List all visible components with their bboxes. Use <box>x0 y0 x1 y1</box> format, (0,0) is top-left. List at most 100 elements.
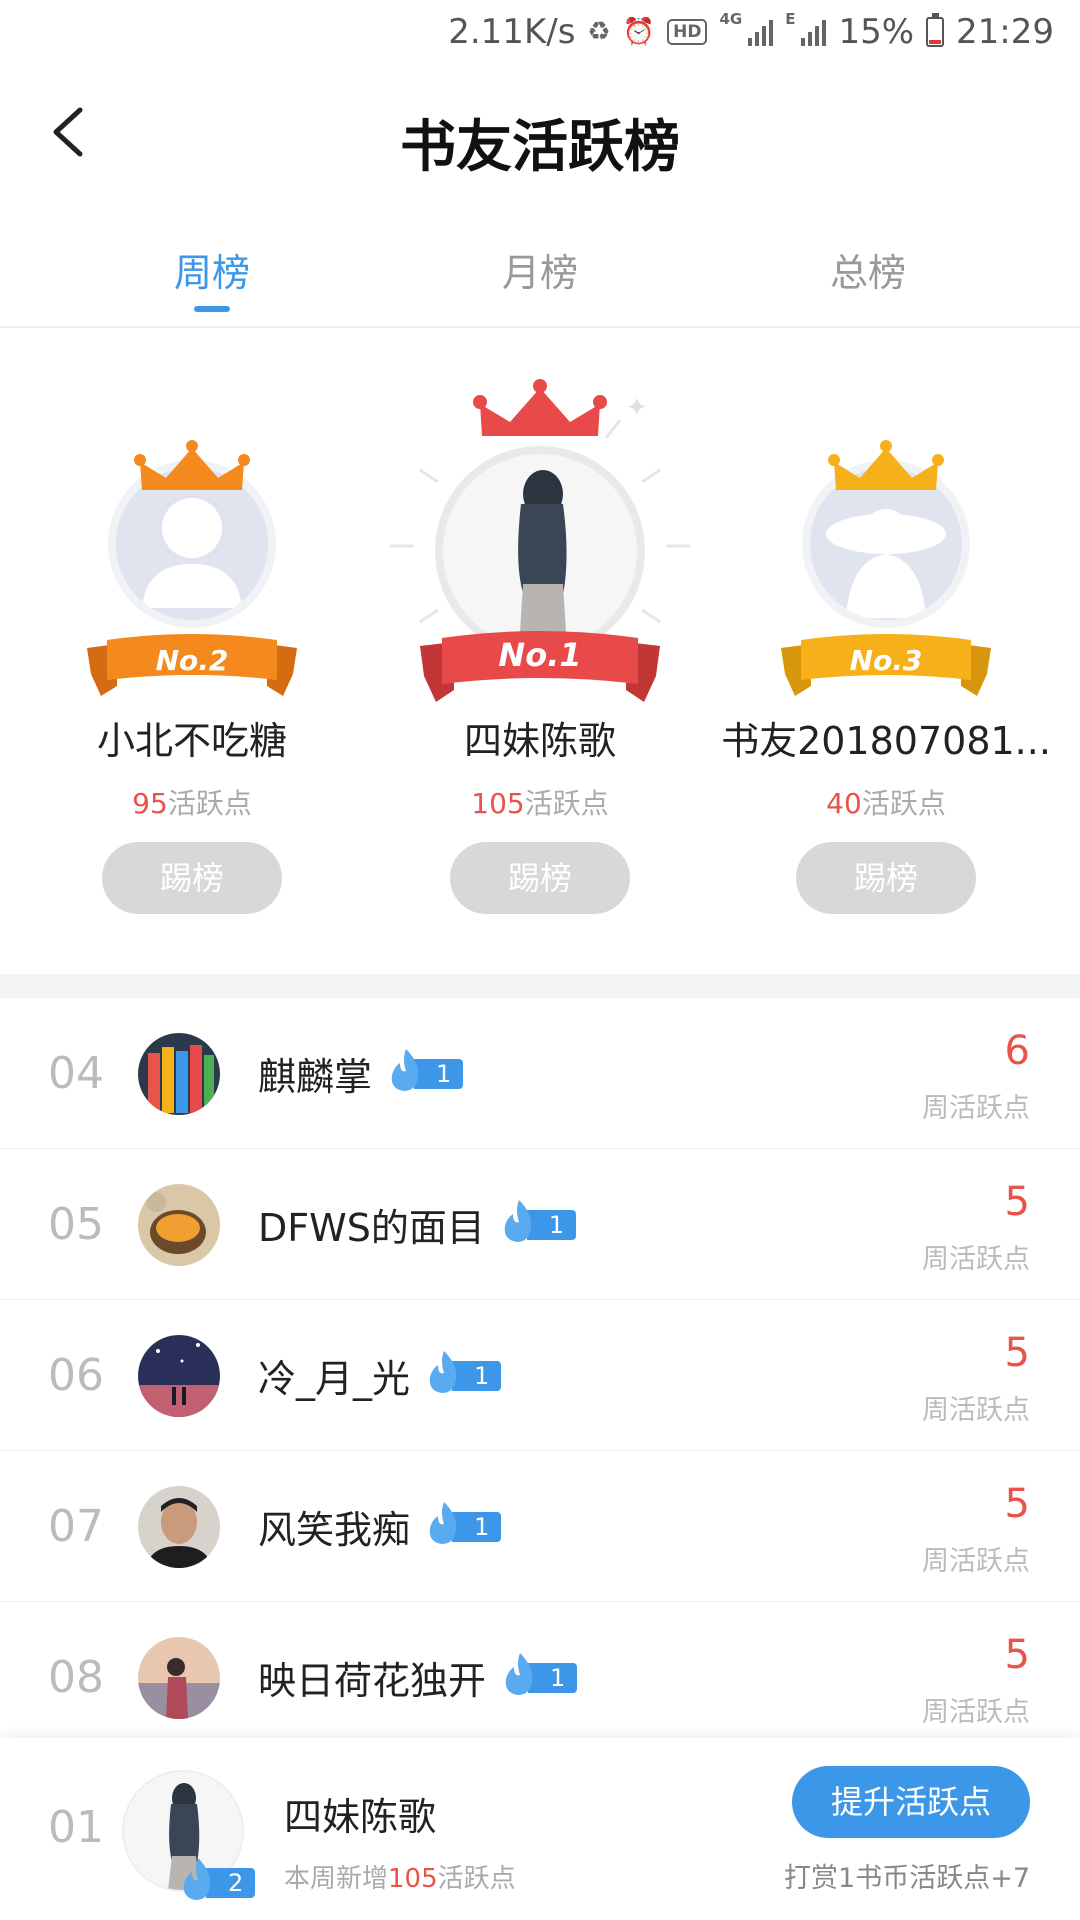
username[interactable]: 麒麟掌 <box>258 1046 372 1101</box>
header: 书友活跃榜 <box>0 64 1080 204</box>
user-info: 冷_月_光 1 <box>258 1348 502 1403</box>
kick-button[interactable]: 踢榜 <box>796 842 976 914</box>
status-icons: 2.11K/s ♻ ⏰ HD 4G E 15% 21:29 <box>448 10 1054 53</box>
rank-badge: No.2 <box>155 644 229 677</box>
alarm-icon: ⏰ <box>622 17 656 47</box>
username[interactable]: 小北不吃糖 <box>22 710 362 765</box>
flame-icon <box>505 1652 533 1695</box>
recycle-icon: ♻ <box>587 17 611 47</box>
my-username: 四妹陈歌 <box>284 1795 437 1839</box>
section-divider <box>0 974 1080 998</box>
points: 95活跃点 <box>132 787 252 820</box>
beach-avatar <box>138 1637 220 1719</box>
boost-activity-button[interactable]: 提升活跃点 <box>792 1766 1030 1838</box>
signal-icon-2 <box>801 18 827 46</box>
svg-text:✦: ✦ <box>626 393 648 423</box>
kick-button[interactable]: 踢榜 <box>450 842 630 914</box>
user-info: 风笑我痴 1 <box>258 1499 502 1554</box>
rank-number: 07 <box>48 1501 104 1552</box>
food-avatar <box>138 1184 220 1266</box>
score-label: 周活跃点 <box>922 1093 1030 1124</box>
score-label: 周活跃点 <box>922 1697 1030 1728</box>
hd-icon: HD <box>667 19 708 45</box>
level-badge: 2 <box>178 1858 256 1900</box>
score-label: 周活跃点 <box>922 1244 1030 1275</box>
list-item[interactable]: 08 映日荷花独开 1 5 周活跃点 <box>0 1602 1080 1753</box>
avatar[interactable] <box>138 1033 220 1115</box>
network-type-2: E <box>785 10 796 28</box>
crown-icon <box>828 440 944 490</box>
score-label: 周活跃点 <box>922 1546 1030 1577</box>
score: 6 <box>1004 1028 1030 1074</box>
signal-icon <box>748 18 774 46</box>
rank-badge: No.1 <box>498 636 582 674</box>
score: 5 <box>1004 1179 1030 1225</box>
score: 5 <box>1004 1330 1030 1376</box>
colored-pencils-avatar <box>138 1033 220 1115</box>
level-badge: 1 <box>500 1652 578 1695</box>
tab-monthly[interactable]: 月榜 <box>440 242 640 297</box>
network-type: 4G <box>719 10 743 28</box>
net-speed: 2.11K/s <box>448 12 576 52</box>
list-item[interactable]: 06 冷_月_光 1 5 周活跃点 <box>0 1300 1080 1451</box>
list-item[interactable]: 05 DFWS的面目 1 5 周活跃点 <box>0 1149 1080 1300</box>
podium: No.2 小北不吃糖 95活跃点 踢榜 ✦ No.1 四妹陈歌 105活跃点 踢… <box>0 330 1080 970</box>
avatar[interactable] <box>138 1335 220 1417</box>
list-item[interactable]: 04 麒麟掌 1 6 周活跃点 <box>0 998 1080 1149</box>
username[interactable]: 映日荷花独开 <box>258 1650 486 1705</box>
my-rank-bar: 01 2 四妹陈歌 本周新增105活跃点 提升活跃点 打赏1书币活跃点+7 <box>0 1738 1080 1920</box>
level-badge: 1 <box>499 1199 577 1242</box>
user-info: 麒麟掌 1 <box>258 1046 464 1101</box>
avatar[interactable] <box>435 446 645 656</box>
level-badge: 1 <box>386 1048 464 1091</box>
crown-icon <box>134 440 250 490</box>
reward-note: 打赏1书币活跃点+7 <box>784 1863 1030 1894</box>
tab-indicator <box>194 306 230 312</box>
flame-icon <box>391 1048 419 1091</box>
score: 5 <box>1004 1481 1030 1527</box>
clock: 21:29 <box>956 12 1054 52</box>
avatar[interactable] <box>138 1184 220 1266</box>
my-weekly-points: 本周新增105活跃点 <box>284 1864 516 1894</box>
night-sky-avatar <box>138 1335 220 1417</box>
portrait-avatar <box>138 1486 220 1568</box>
tab-total[interactable]: 总榜 <box>768 242 968 297</box>
flame-icon <box>429 1501 457 1544</box>
username[interactable]: 风笑我痴 <box>258 1499 410 1554</box>
battery-icon <box>926 13 945 47</box>
rank-number: 05 <box>48 1199 104 1250</box>
avatar[interactable] <box>138 1637 220 1719</box>
list-item[interactable]: 07 风笑我痴 1 5 周活跃点 <box>0 1451 1080 1602</box>
podium-second: No.2 小北不吃糖 95活跃点 踢榜 <box>22 330 362 970</box>
rank-number: 06 <box>48 1350 104 1401</box>
username[interactable]: 冷_月_光 <box>258 1348 410 1403</box>
rank-number: 04 <box>48 1048 104 1099</box>
username[interactable]: 书友201807081... <box>716 710 1056 765</box>
kick-button[interactable]: 踢榜 <box>102 842 282 914</box>
score-label: 周活跃点 <box>922 1395 1030 1426</box>
user-photo <box>443 454 637 648</box>
flame-icon <box>429 1350 457 1393</box>
avatar[interactable] <box>138 1486 220 1568</box>
username[interactable]: DFWS的面目 <box>258 1197 485 1252</box>
points: 105活跃点 <box>471 787 609 820</box>
username[interactable]: 四妹陈歌 <box>370 710 710 765</box>
flame-icon <box>504 1199 532 1242</box>
crown-icon <box>473 379 607 436</box>
score: 5 <box>1004 1632 1030 1678</box>
tab-bar: 周榜 月榜 总榜 <box>0 232 1080 328</box>
podium-third: No.3 书友201807081... 40活跃点 踢榜 <box>716 330 1056 970</box>
podium-first: ✦ No.1 四妹陈歌 105活跃点 踢榜 <box>370 330 710 970</box>
points: 40活跃点 <box>826 787 946 820</box>
tab-weekly[interactable]: 周榜 <box>112 242 312 297</box>
level-badge: 1 <box>424 1501 502 1544</box>
battery-percent: 15% <box>838 12 915 52</box>
rank-badge: No.3 <box>849 644 923 677</box>
page-title: 书友活跃榜 <box>400 114 680 180</box>
status-bar: 2.11K/s ♻ ⏰ HD 4G E 15% 21:29 <box>0 0 1080 64</box>
rank-number: 08 <box>48 1652 104 1703</box>
ranking-list: 04 麒麟掌 1 6 周活跃点 05 DFWS的面目 1 5 周活跃点 06 冷… <box>0 998 1080 1753</box>
my-rank-number: 01 <box>48 1802 104 1853</box>
level-badge: 1 <box>424 1350 502 1393</box>
user-info: 映日荷花独开 1 <box>258 1650 578 1705</box>
